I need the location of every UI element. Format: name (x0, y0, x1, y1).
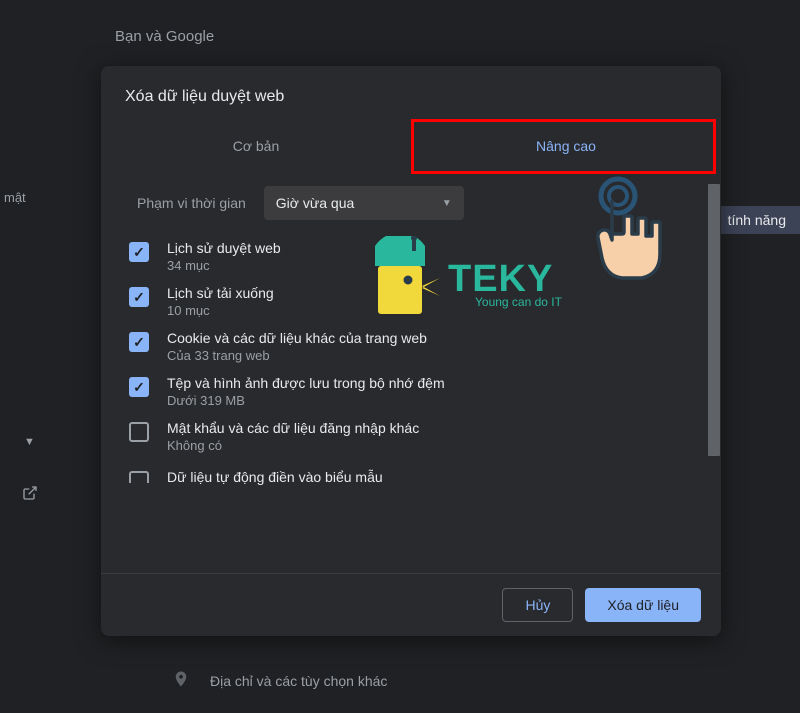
background-bottom-label: Địa chỉ và các tùy chọn khác (210, 673, 387, 689)
dialog-title: Xóa dữ liệu duyệt web (101, 66, 721, 124)
item-title: Mật khẩu và các dữ liệu đăng nhập khác (167, 420, 419, 436)
scrollbar-thumb[interactable] (708, 184, 720, 456)
chevron-down-icon: ▼ (442, 198, 452, 209)
background-feature-pill: tính năng (714, 206, 800, 234)
item-text: Mật khẩu và các dữ liệu đăng nhập khác K… (167, 420, 419, 453)
checkmark-icon: ✓ (133, 244, 145, 261)
item-sub: Của 33 trang web (167, 348, 427, 363)
item-text: Lịch sử tải xuống 10 mục (167, 285, 274, 318)
dialog-footer: Hủy Xóa dữ liệu (101, 573, 721, 636)
checkbox-cookies[interactable]: ✓ (129, 332, 149, 352)
item-text: Lịch sử duyệt web 34 mục (167, 240, 281, 273)
location-pin-icon (172, 670, 190, 691)
item-title: Dữ liệu tự động điền vào biểu mẫu (167, 469, 383, 485)
time-range-select[interactable]: Giờ vừa qua ▼ (264, 186, 464, 220)
item-text: Tệp và hình ảnh được lưu trong bộ nhớ đệ… (167, 375, 445, 408)
items-list: ✓ Lịch sử duyệt web 34 mục ✓ Lịch sử tải… (129, 240, 697, 485)
item-sub: Dưới 319 MB (167, 393, 445, 408)
chevron-down-icon: ▼ (24, 436, 35, 448)
item-sub: 10 mục (167, 303, 274, 318)
scrollbar-down-arrow-icon[interactable]: ▼ (710, 571, 718, 573)
list-item: Mật khẩu và các dữ liệu đăng nhập khác K… (129, 420, 697, 453)
time-range-row: Phạm vi thời gian Giờ vừa qua ▼ (137, 186, 697, 220)
item-text: Cookie và các dữ liệu khác của trang web… (167, 330, 427, 363)
item-title: Tệp và hình ảnh được lưu trong bộ nhớ đệ… (167, 375, 445, 391)
item-sub: Không có (167, 438, 419, 453)
tab-basic[interactable]: Cơ bản (101, 124, 411, 168)
dialog-tabs: Cơ bản Nâng cao (101, 124, 721, 168)
list-item: ✓ Cookie và các dữ liệu khác của trang w… (129, 330, 697, 363)
item-title: Lịch sử tải xuống (167, 285, 274, 301)
clear-data-button[interactable]: Xóa dữ liệu (585, 588, 701, 622)
checkbox-browsing-history[interactable]: ✓ (129, 242, 149, 262)
external-link-icon (22, 485, 38, 506)
checkbox-download-history[interactable]: ✓ (129, 287, 149, 307)
item-text: Dữ liệu tự động điền vào biểu mẫu (167, 469, 383, 485)
clear-browsing-data-dialog: Xóa dữ liệu duyệt web Cơ bản Nâng cao Ph… (101, 66, 721, 636)
background-bottom-section: Địa chỉ và các tùy chọn khác (172, 670, 387, 691)
time-range-value: Giờ vừa qua (276, 195, 354, 211)
checkbox-cache[interactable]: ✓ (129, 377, 149, 397)
tab-advanced[interactable]: Nâng cao (411, 124, 721, 168)
list-item: ✓ Tệp và hình ảnh được lưu trong bộ nhớ … (129, 375, 697, 408)
item-sub: 34 mục (167, 258, 281, 273)
background-sidebar-item: mật (4, 190, 26, 205)
time-range-label: Phạm vi thời gian (137, 195, 246, 211)
scrollbar[interactable]: ▼ (707, 176, 721, 573)
checkmark-icon: ✓ (133, 289, 145, 306)
checkbox-passwords[interactable] (129, 422, 149, 442)
list-item: ✓ Lịch sử duyệt web 34 mục (129, 240, 697, 273)
checkbox-autofill[interactable] (129, 471, 149, 483)
dialog-scroll-area: Phạm vi thời gian Giờ vừa qua ▼ ✓ Lịch s… (101, 168, 721, 573)
checkmark-icon: ✓ (133, 379, 145, 396)
cancel-button[interactable]: Hủy (502, 588, 573, 622)
item-title: Lịch sử duyệt web (167, 240, 281, 256)
item-title: Cookie và các dữ liệu khác của trang web (167, 330, 427, 346)
checkmark-icon: ✓ (133, 334, 145, 351)
background-section-header: Bạn và Google (115, 28, 214, 45)
list-item: Dữ liệu tự động điền vào biểu mẫu (129, 469, 697, 485)
list-item: ✓ Lịch sử tải xuống 10 mục (129, 285, 697, 318)
